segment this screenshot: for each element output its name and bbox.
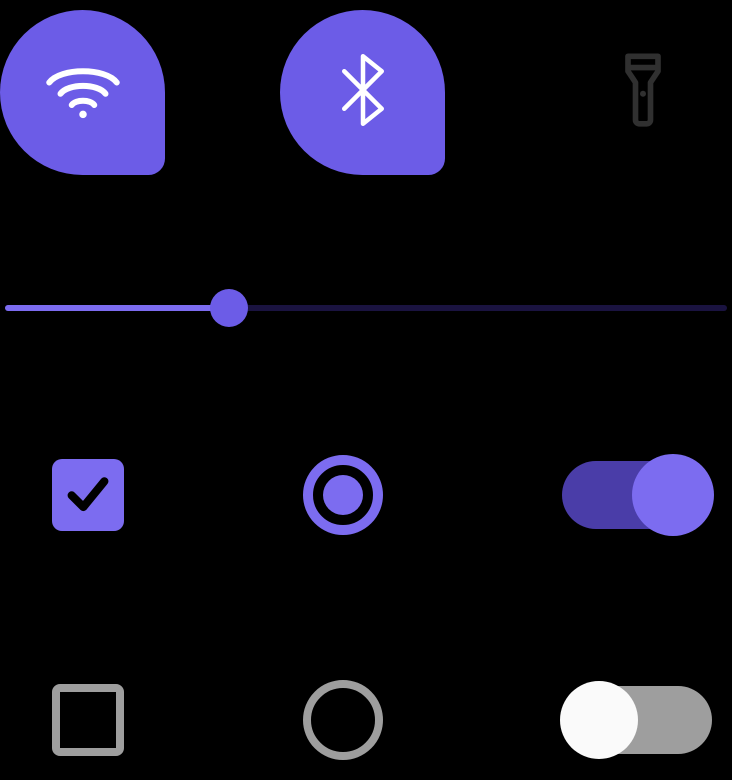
checkbox-checked[interactable] [52,459,124,531]
flashlight-icon [598,45,688,140]
toggle-thumb [560,681,638,759]
check-icon [60,465,116,526]
radio-unselected[interactable] [303,680,383,760]
brightness-slider[interactable] [5,305,727,311]
bluetooth-tile[interactable] [280,10,445,175]
slider-fill [5,305,229,311]
checkbox-unchecked[interactable] [52,684,124,756]
controls-row-active [0,455,732,535]
slider-track [5,305,727,311]
wifi-tile[interactable] [0,10,165,175]
bluetooth-icon [318,45,408,140]
toggle-on[interactable] [562,461,712,529]
wifi-icon [38,45,128,140]
controls-row-inactive [0,680,732,760]
radio-selected[interactable] [303,455,383,535]
quick-tiles-row [0,0,732,175]
toggle-off[interactable] [562,686,712,754]
toggle-thumb [632,454,714,536]
slider-thumb[interactable] [210,289,248,327]
flashlight-tile[interactable] [560,10,725,175]
